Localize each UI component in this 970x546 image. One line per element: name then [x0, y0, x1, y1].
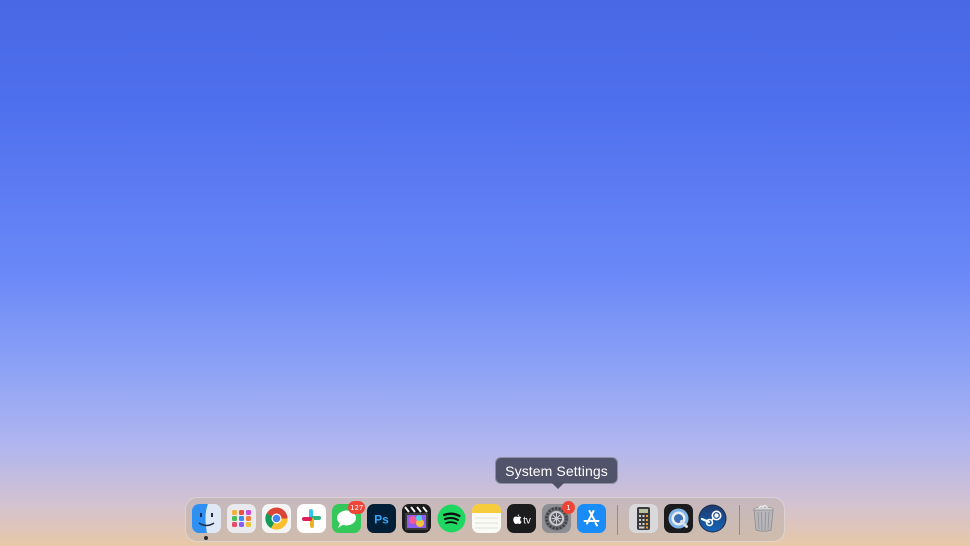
dock-item-photoshop[interactable]: Ps [367, 504, 396, 533]
photoshop-icon: Ps [367, 504, 396, 533]
launchpad-icon [227, 504, 256, 533]
dock-item-calculator[interactable] [629, 504, 658, 533]
dock-item-notes[interactable] [472, 504, 501, 533]
tooltip-arrow [552, 483, 564, 489]
slack-icon [297, 504, 326, 533]
dock-item-app-store[interactable] [577, 504, 606, 533]
dock-item-trash[interactable] [749, 504, 778, 533]
dock-separator [617, 505, 618, 535]
dock-item-slack[interactable] [297, 504, 326, 533]
dock-item-chrome[interactable] [262, 504, 291, 533]
dock-item-quicktime[interactable] [664, 504, 693, 533]
notes-icon [472, 504, 501, 533]
calculator-icon [629, 504, 658, 533]
chrome-icon [262, 504, 291, 533]
dock-item-launchpad[interactable] [227, 504, 256, 533]
dock-item-apple-tv[interactable]: tv [507, 504, 536, 533]
steam-icon [698, 504, 727, 533]
spotify-icon [437, 504, 466, 533]
system-settings-badge: 1 [562, 501, 575, 514]
tooltip-label: System Settings [505, 462, 608, 479]
photoshop-label: Ps [374, 513, 389, 527]
final-cut-pro-icon [402, 504, 431, 533]
app-store-icon [577, 504, 606, 533]
dock-item-spotify[interactable] [437, 504, 466, 533]
quicktime-icon [664, 504, 693, 533]
apple-tv-label: tv [523, 516, 531, 527]
desktop-wallpaper [0, 0, 970, 546]
dock-item-finder[interactable] [192, 504, 221, 533]
dock-item-steam[interactable] [698, 504, 727, 533]
running-indicator-finder [204, 536, 208, 540]
messages-badge: 127 [348, 501, 366, 514]
dock-tooltip: System Settings [495, 457, 618, 484]
dock-item-final-cut-pro[interactable] [402, 504, 431, 533]
apple-tv-icon: tv [507, 504, 536, 533]
finder-icon [192, 504, 221, 533]
trash-icon [753, 505, 774, 532]
dock-separator [739, 505, 740, 535]
